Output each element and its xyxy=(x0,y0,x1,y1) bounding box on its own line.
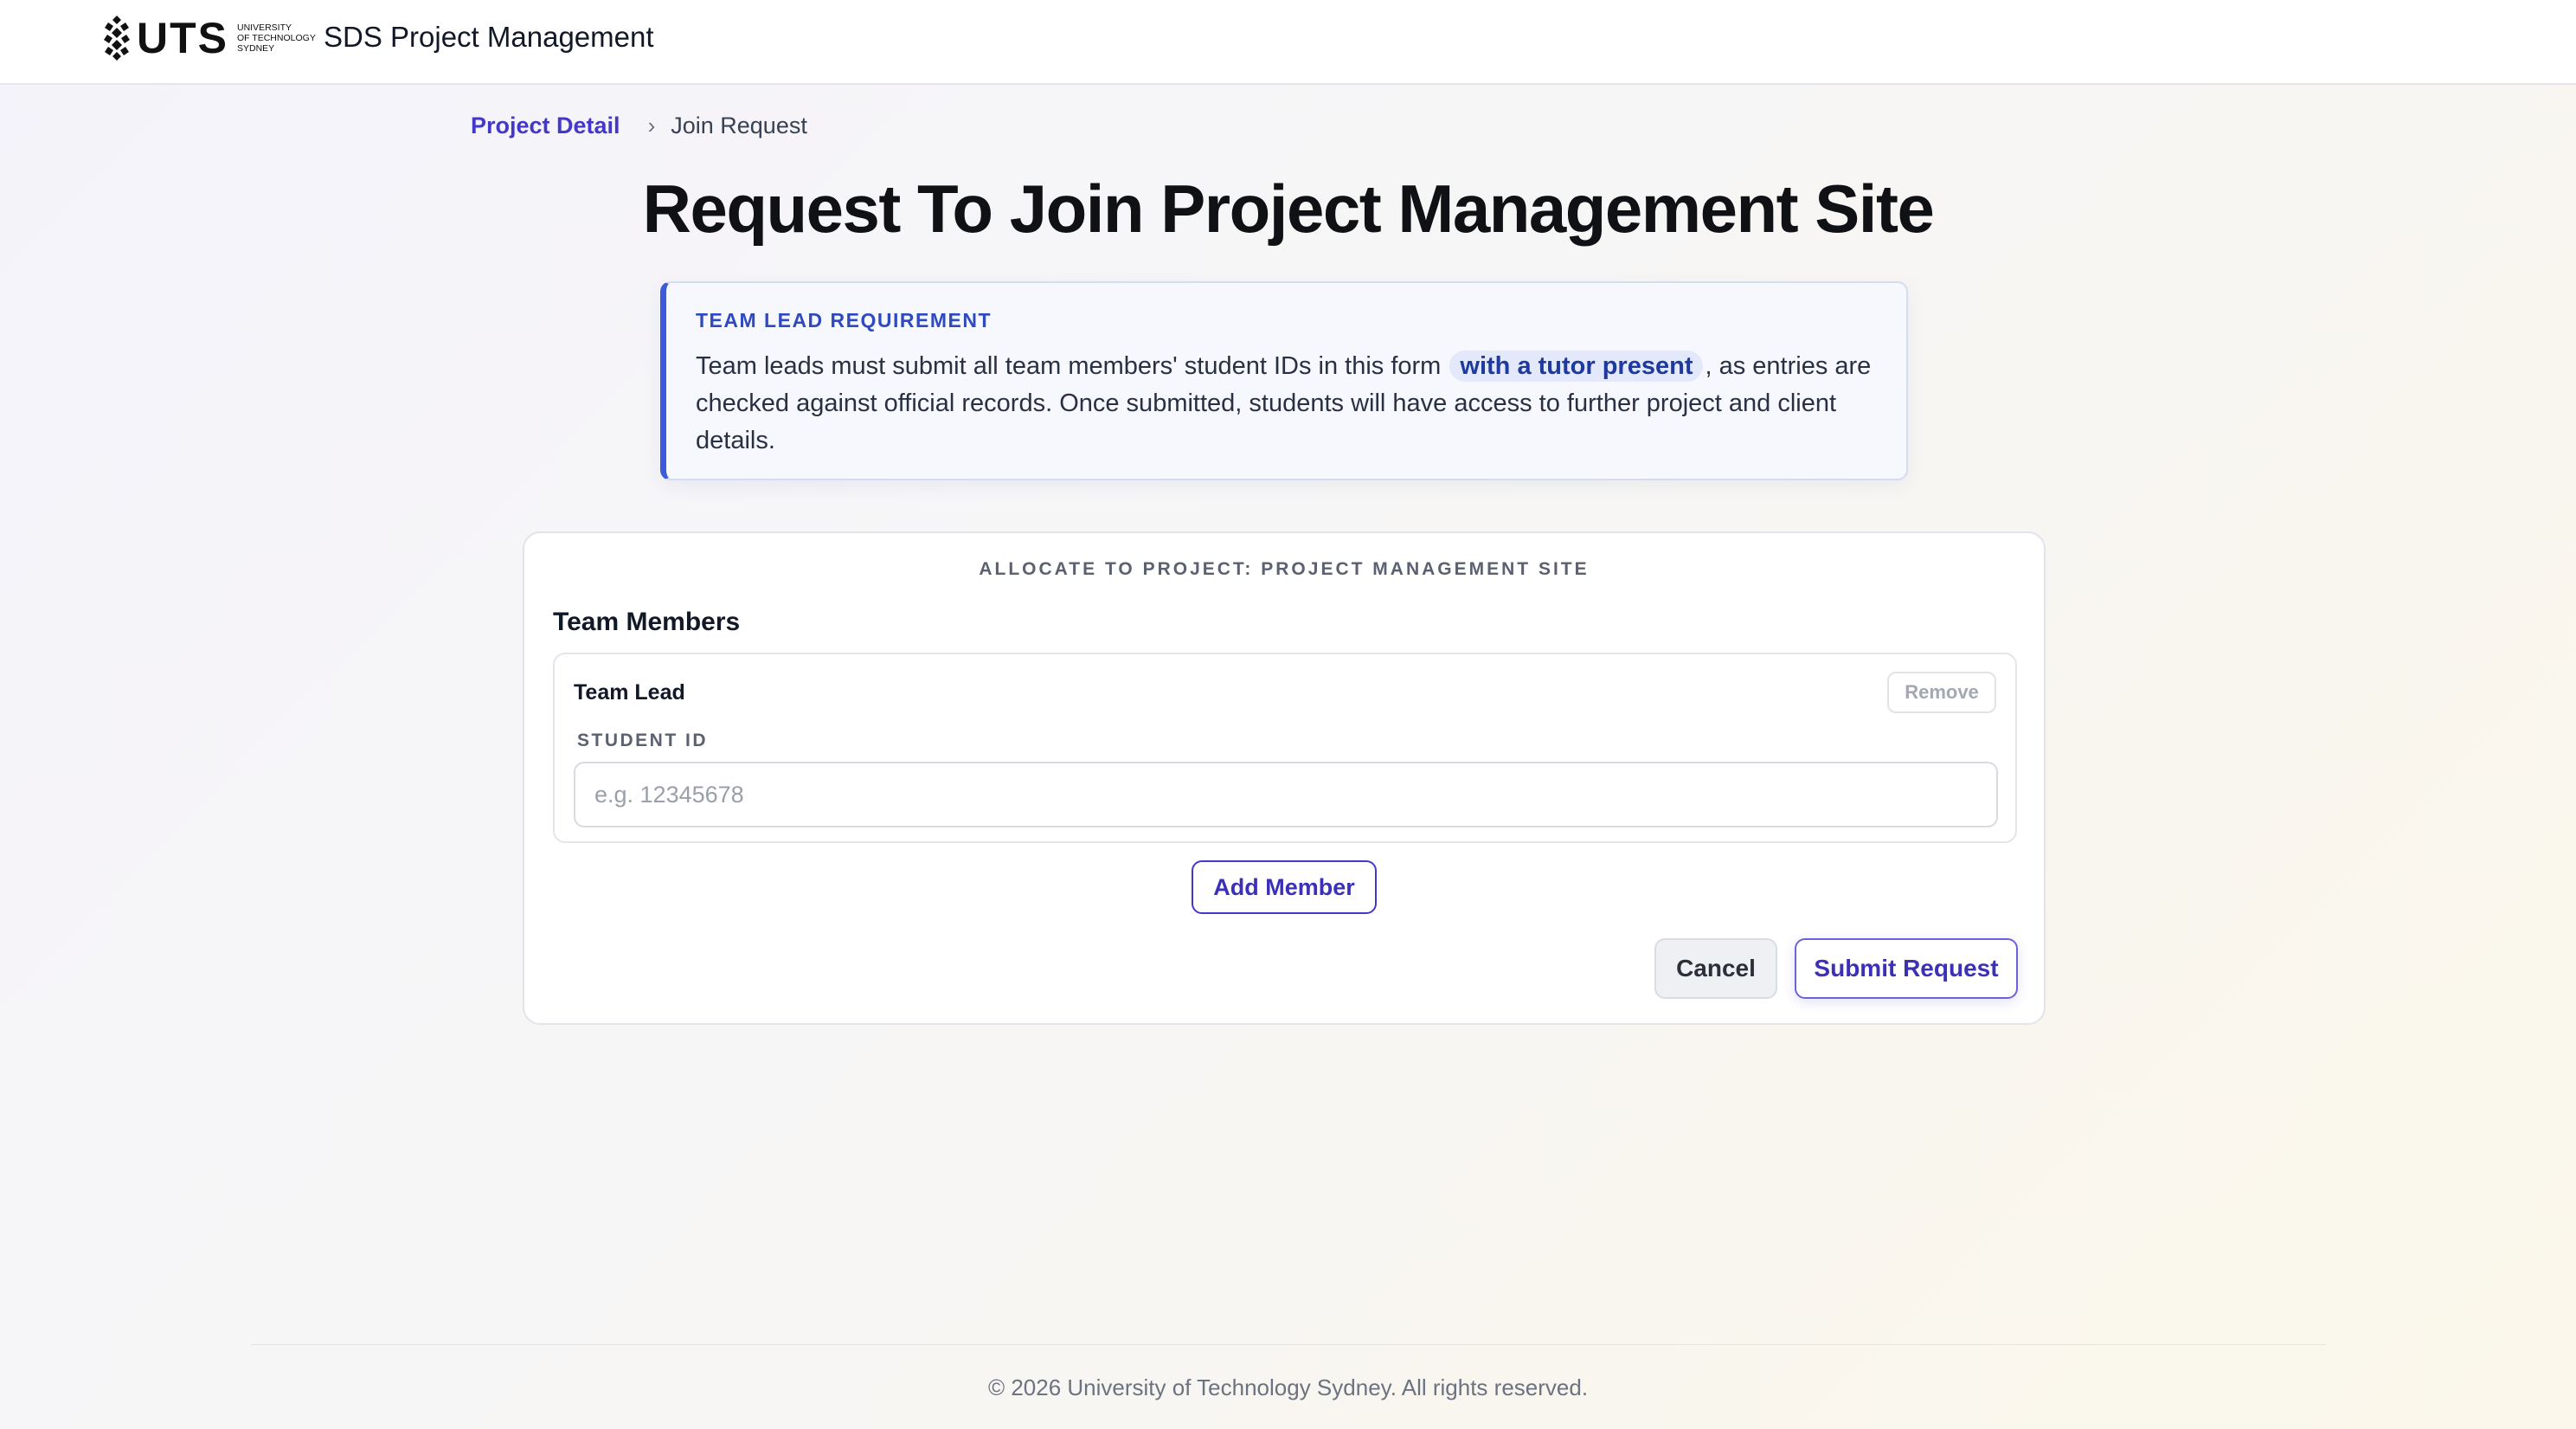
member-role: Team Lead xyxy=(574,680,685,705)
top-bar: UTS UNIVERSITY OF TECHNOLOGY SYDNEY SDS … xyxy=(0,0,2576,85)
allocate-label: ALLOCATE TO PROJECT: PROJECT MANAGEMENT … xyxy=(979,559,1590,579)
add-member-button[interactable]: Add Member xyxy=(1192,860,1377,914)
uts-crest-icon xyxy=(104,16,130,61)
cancel-button[interactable]: Cancel xyxy=(1654,938,1777,999)
remove-member-button[interactable]: Remove xyxy=(1887,672,1996,713)
chevron-right-icon: › xyxy=(647,113,656,138)
page-title: Request To Join Project Management Site xyxy=(642,171,1935,247)
notice-heading: TEAM LEAD REQUIREMENT xyxy=(696,309,992,332)
member-entry: Team Lead Remove STUDENT ID xyxy=(553,653,2017,843)
footer-divider xyxy=(251,1344,2326,1345)
team-members-title: Team Members xyxy=(553,608,741,636)
student-id-label: STUDENT ID xyxy=(577,731,708,750)
logo-subtitle: UNIVERSITY OF TECHNOLOGY SYDNEY xyxy=(237,23,316,54)
app-title[interactable]: SDS Project Management xyxy=(324,21,654,54)
team-lead-notice: TEAM LEAD REQUIREMENT Team leads must su… xyxy=(660,281,1908,480)
footer-copyright: © 2026 University of Technology Sydney. … xyxy=(987,1374,1589,1400)
notice-highlight: with a tutor present xyxy=(1449,351,1704,382)
join-request-card: ALLOCATE TO PROJECT: PROJECT MANAGEMENT … xyxy=(523,531,2046,1025)
uts-logo[interactable]: UTS UNIVERSITY OF TECHNOLOGY SYDNEY xyxy=(102,14,316,62)
logo-wordmark: UTS xyxy=(137,14,228,62)
breadcrumb-link-project-detail[interactable]: Project Detail xyxy=(471,113,620,139)
submit-request-button[interactable]: Submit Request xyxy=(1795,938,2018,999)
student-id-input[interactable] xyxy=(574,762,1998,827)
notice-body: Team leads must submit all team members'… xyxy=(696,348,1875,460)
breadcrumb: Project Detail › Join Request xyxy=(471,113,807,139)
breadcrumb-current: Join Request xyxy=(671,113,807,138)
notice-text-before: Team leads must submit all team members'… xyxy=(696,352,1442,380)
